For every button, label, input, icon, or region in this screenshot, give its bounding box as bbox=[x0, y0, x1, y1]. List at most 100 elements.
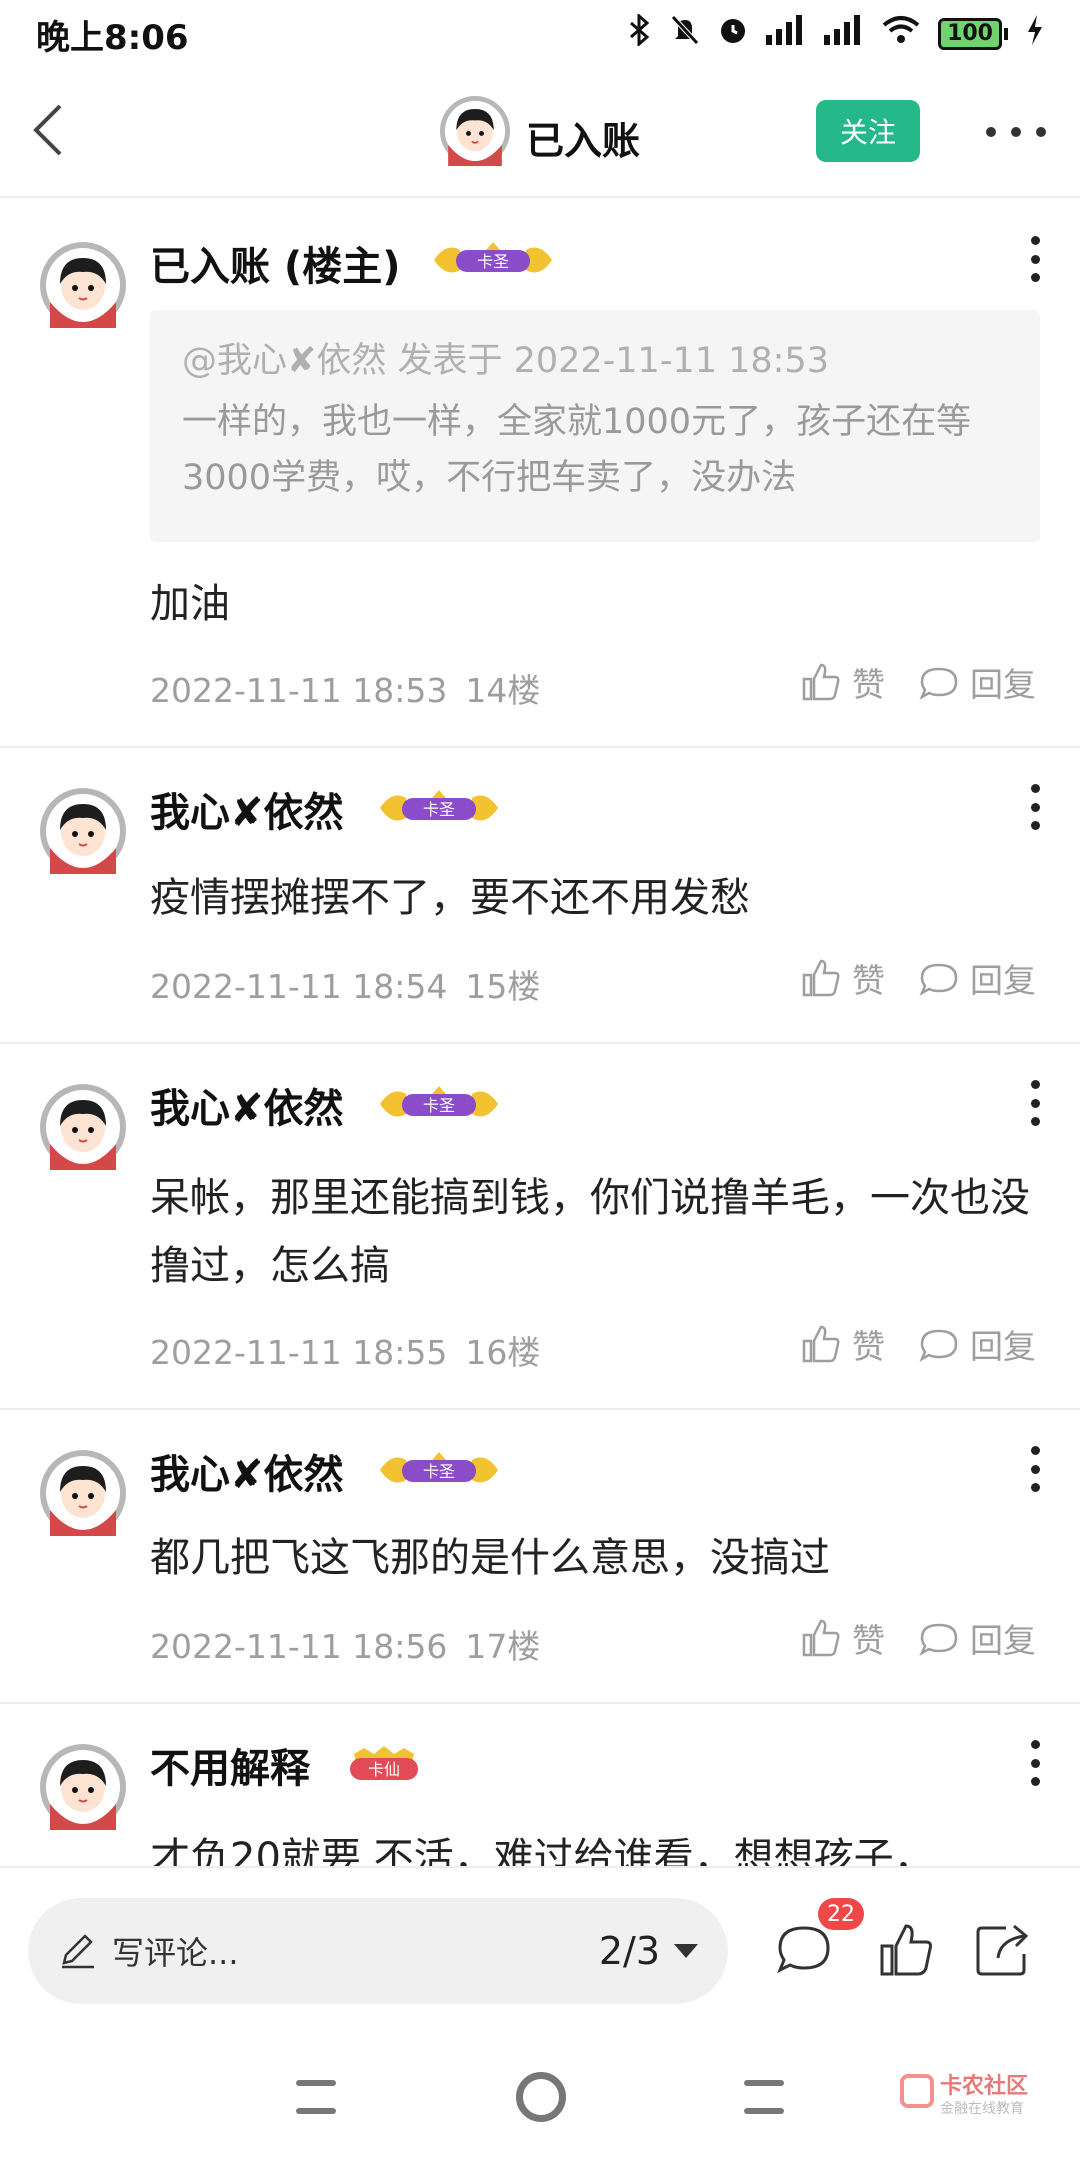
username[interactable]: 已入账 (楼主) bbox=[150, 234, 401, 292]
reply-button[interactable]: 回复 bbox=[918, 1320, 1036, 1368]
page-title: 已入账 bbox=[526, 119, 641, 163]
comment-count-badge: 22 bbox=[818, 1898, 864, 1930]
avatar[interactable] bbox=[40, 1450, 126, 1536]
comment-icon bbox=[919, 963, 958, 996]
share-button[interactable] bbox=[972, 1920, 1032, 1980]
like-button[interactable]: 赞 bbox=[800, 954, 885, 1002]
quoted-post[interactable]: @我心✘依然 发表于 2022-11-11 18:53 一样的，我也一样，全家就… bbox=[150, 310, 1040, 542]
post-meta: 2022-11-11 18:55 16楼 bbox=[150, 1326, 540, 1374]
post-item: 我心✘依然 卡圣 都几把飞这飞那的是什么意思，没搞过 2022-11-11 18… bbox=[0, 1410, 1080, 1704]
menu-icon[interactable] bbox=[296, 2080, 336, 2114]
battery-icon: 100 bbox=[938, 18, 1008, 50]
share-icon bbox=[976, 1924, 1029, 1976]
post-meta: 2022-11-11 18:56 17楼 bbox=[150, 1620, 540, 1668]
comment-input[interactable]: 写评论... 2/3 bbox=[28, 1898, 728, 2004]
thumbs-up-icon bbox=[802, 959, 840, 997]
comment-bar: 写评论... 2/3 22 bbox=[0, 1866, 1080, 2032]
reply-label: 回复 bbox=[970, 1621, 1036, 1660]
more-vertical-icon[interactable] bbox=[1028, 1446, 1042, 1492]
back-button[interactable] bbox=[22, 100, 82, 160]
post-meta: 2022-11-11 18:54 15楼 bbox=[150, 960, 540, 1008]
badge-label: 卡圣 bbox=[423, 1462, 455, 1481]
more-vertical-icon[interactable] bbox=[1028, 236, 1042, 282]
username[interactable]: 我心✘依然 bbox=[150, 780, 344, 838]
comment-bubble-icon bbox=[777, 1926, 830, 1974]
quote-body: 一样的，我也一样，全家就1000元了，孩子还在等3000学费，哎，不行把车卖了，… bbox=[182, 402, 972, 498]
bluetooth-icon bbox=[628, 12, 652, 54]
comment-icon bbox=[919, 667, 958, 700]
post-item: 不用解释 卡仙 才负20就要 不活，难过给谁看，想想孩子， bbox=[0, 1704, 1080, 1866]
reply-button[interactable]: 回复 bbox=[918, 954, 1036, 1002]
like-label: 赞 bbox=[852, 961, 885, 1000]
like-label: 赞 bbox=[852, 1621, 885, 1660]
reply-label: 回复 bbox=[970, 961, 1036, 1000]
more-options-icon[interactable] bbox=[986, 112, 1046, 152]
post-content: 疫情摆摊摆不了，要不还不用发愁 bbox=[150, 875, 750, 921]
watermark-subtitle: 金融在线教育 bbox=[940, 2101, 1024, 2117]
battery-level: 100 bbox=[938, 18, 1002, 50]
post-content: 呆帐，那里还能搞到钱，你们说撸羊毛，一次也没撸过，怎么搞 bbox=[150, 1175, 1030, 1289]
watermark-logo: 卡农社区 金融在线教育 bbox=[900, 2068, 1050, 2128]
like-label: 赞 bbox=[852, 665, 885, 704]
post-meta: 2022-11-11 18:53 14楼 bbox=[150, 664, 540, 712]
thumbs-up-icon bbox=[880, 1924, 932, 1976]
post-floor: 14楼 bbox=[465, 671, 541, 710]
level-badge: 卡圣 bbox=[376, 1084, 502, 1124]
chevron-down-icon[interactable] bbox=[674, 1944, 698, 1958]
system-nav-bar: 卡农社区 金融在线教育 bbox=[0, 2032, 1080, 2160]
alarm-icon bbox=[718, 15, 748, 53]
more-vertical-icon[interactable] bbox=[1028, 784, 1042, 830]
level-badge: 卡仙 bbox=[346, 1744, 422, 1784]
username[interactable]: 我心✘依然 bbox=[150, 1076, 344, 1134]
username[interactable]: 不用解释 bbox=[150, 1736, 310, 1794]
level-badge: 卡圣 bbox=[376, 1450, 502, 1490]
like-post-button[interactable] bbox=[876, 1920, 936, 1980]
signal-icon bbox=[766, 15, 806, 53]
header-avatar[interactable] bbox=[440, 96, 510, 166]
post-time: 2022-11-11 18:56 bbox=[150, 1627, 448, 1666]
more-vertical-icon[interactable] bbox=[1028, 1080, 1042, 1126]
post-item: 我心✘依然 卡圣 疫情摆摊摆不了，要不还不用发愁 2022-11-11 18:5… bbox=[0, 748, 1080, 1044]
post-content: 加油 bbox=[150, 581, 230, 627]
like-button[interactable]: 赞 bbox=[800, 1320, 885, 1368]
avatar[interactable] bbox=[40, 788, 126, 874]
post-content: 都几把飞这飞那的是什么意思，没搞过 bbox=[150, 1535, 830, 1581]
badge-label: 卡圣 bbox=[477, 252, 509, 271]
level-badge: 卡圣 bbox=[376, 788, 502, 828]
like-button[interactable]: 赞 bbox=[800, 658, 885, 706]
follow-button[interactable]: 关注 bbox=[816, 100, 920, 162]
pencil-icon bbox=[62, 1934, 94, 1969]
avatar[interactable] bbox=[40, 1084, 126, 1170]
signal-icon-2 bbox=[824, 15, 864, 53]
comment-placeholder: 写评论... bbox=[112, 1934, 239, 1972]
page-indicator[interactable]: 2/3 bbox=[599, 1929, 660, 1973]
home-icon[interactable] bbox=[516, 2072, 566, 2122]
chevron-left-icon bbox=[33, 104, 62, 156]
post-floor: 17楼 bbox=[465, 1627, 541, 1666]
avatar[interactable] bbox=[40, 1744, 126, 1830]
mute-icon bbox=[670, 14, 700, 54]
comments-button[interactable] bbox=[774, 1920, 834, 1980]
status-bar: 晚上8:06 100 bbox=[0, 0, 1080, 68]
avatar[interactable] bbox=[40, 242, 126, 328]
badge-label: 卡圣 bbox=[423, 800, 455, 819]
reply-label: 回复 bbox=[970, 665, 1036, 704]
post-time: 2022-11-11 18:55 bbox=[150, 1333, 448, 1372]
watermark-icon bbox=[900, 2074, 934, 2108]
reply-button[interactable]: 回复 bbox=[918, 1614, 1036, 1662]
comment-icon bbox=[919, 1623, 958, 1656]
back-nav-icon[interactable] bbox=[744, 2080, 784, 2114]
like-button[interactable]: 赞 bbox=[800, 1614, 885, 1662]
post-floor: 16楼 bbox=[465, 1333, 541, 1372]
reply-button[interactable]: 回复 bbox=[918, 658, 1036, 706]
badge-label: 卡仙 bbox=[368, 1760, 400, 1779]
thumbs-up-icon bbox=[802, 1325, 840, 1363]
status-icons: 100 bbox=[628, 12, 1044, 54]
post-floor: 15楼 bbox=[465, 967, 541, 1006]
watermark-title: 卡农社区 bbox=[940, 2074, 1029, 2099]
username[interactable]: 我心✘依然 bbox=[150, 1442, 344, 1500]
more-vertical-icon[interactable] bbox=[1028, 1740, 1042, 1786]
badge-label: 卡圣 bbox=[423, 1096, 455, 1115]
thumbs-up-icon bbox=[802, 663, 840, 701]
post-item: 已入账 (楼主) 卡圣 @我心✘依然 发表于 2022-11-11 18:53 … bbox=[0, 198, 1080, 748]
